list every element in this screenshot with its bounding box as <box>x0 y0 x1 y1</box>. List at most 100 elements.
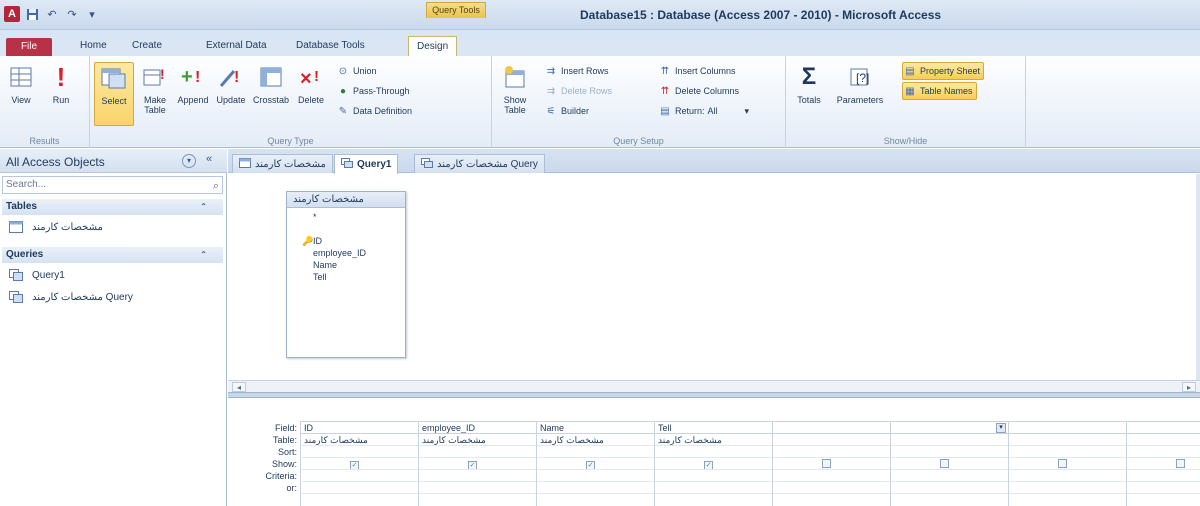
field-cell[interactable]: ▾ <box>891 422 1008 434</box>
field-list-item[interactable]: employee_ID <box>313 248 366 258</box>
vertical-scrollbar[interactable] <box>1196 174 1200 380</box>
scroll-left-arrow-icon[interactable]: ◂ <box>232 382 246 392</box>
union-button[interactable]: ⊙ Union <box>336 62 377 80</box>
builder-button[interactable]: ⚟ Builder <box>544 102 590 120</box>
show-checkbox[interactable] <box>1176 459 1185 468</box>
table-cell[interactable] <box>1127 434 1200 446</box>
doc-tab-query1[interactable]: Query1 <box>334 154 399 174</box>
field-list-item[interactable]: ID <box>313 236 322 246</box>
show-checkbox[interactable] <box>822 459 831 468</box>
show-checkbox[interactable]: ✓ <box>350 461 359 469</box>
nav-group-queries[interactable]: Queries ⌃ <box>2 247 223 263</box>
customize-icon[interactable]: ▾ <box>84 6 100 22</box>
or-cell[interactable] <box>1009 482 1126 494</box>
field-cell[interactable]: ID <box>301 422 418 434</box>
horizontal-scrollbar[interactable]: ◂ ▸ <box>228 380 1200 392</box>
show-checkbox[interactable]: ✓ <box>704 461 713 469</box>
undo-icon[interactable]: ↶ <box>44 6 60 22</box>
tab-home[interactable]: Home <box>72 36 115 56</box>
delete-query-button[interactable]: ×! Delete <box>294 62 328 126</box>
insert-columns-button[interactable]: ⇈ Insert Columns <box>658 62 736 80</box>
field-list-item[interactable]: Tell <box>313 272 327 282</box>
or-cell[interactable] <box>537 482 654 494</box>
show-checkbox[interactable]: ✓ <box>468 461 477 469</box>
or-cell[interactable] <box>773 482 890 494</box>
delete-columns-button[interactable]: ⇈ Delete Columns <box>658 82 739 100</box>
criteria-cell[interactable] <box>301 470 418 482</box>
or-cell[interactable] <box>301 482 418 494</box>
show-cell[interactable]: ✓ <box>301 458 418 470</box>
or-cell[interactable] <box>419 482 536 494</box>
access-app-icon[interactable]: A <box>4 6 20 22</box>
property-sheet-button[interactable]: ▤ Property Sheet <box>902 62 985 80</box>
tab-external-data[interactable]: External Data <box>198 36 275 56</box>
field-cell[interactable] <box>1009 422 1126 434</box>
save-icon[interactable] <box>24 6 40 22</box>
sort-cell[interactable] <box>655 446 772 458</box>
show-cell[interactable] <box>773 458 890 470</box>
show-table-button[interactable]: Show Table <box>498 62 532 126</box>
crosstab-button[interactable]: Crosstab <box>253 62 289 126</box>
tab-file[interactable]: File <box>6 38 52 56</box>
sort-cell[interactable] <box>1127 446 1200 458</box>
append-button[interactable]: +! Append <box>176 62 210 126</box>
field-list-title[interactable]: مشخصات كارمند <box>287 192 405 208</box>
parameters-button[interactable]: [?] Parameters <box>836 62 884 126</box>
select-query-button[interactable]: Select <box>94 62 134 126</box>
field-list-table[interactable]: مشخصات كارمند * 🔑 ID employee_ID Name Te… <box>286 191 406 358</box>
sort-cell[interactable] <box>419 446 536 458</box>
search-icon[interactable]: ⌕ <box>213 178 219 194</box>
field-list-item[interactable]: * <box>313 212 317 222</box>
redo-icon[interactable]: ↷ <box>64 6 80 22</box>
criteria-cell[interactable] <box>891 470 1008 482</box>
show-checkbox[interactable]: ✓ <box>586 461 595 469</box>
show-cell[interactable] <box>1009 458 1126 470</box>
show-cell[interactable]: ✓ <box>419 458 536 470</box>
sort-cell[interactable] <box>891 446 1008 458</box>
make-table-button[interactable]: ! Make Table <box>138 62 172 126</box>
field-dropdown-arrow-icon[interactable]: ▾ <box>996 423 1006 433</box>
nav-title[interactable]: All Access Objects <box>6 155 105 169</box>
show-checkbox[interactable] <box>1058 459 1067 468</box>
nav-item-table[interactable]: مشخصات كارمند <box>8 217 103 237</box>
shutter-bar-collapse-icon[interactable]: « <box>206 153 212 165</box>
data-definition-button[interactable]: ✎ Data Definition <box>336 102 412 120</box>
show-cell[interactable] <box>891 458 1008 470</box>
nav-item-query2[interactable]: مشخصات كارمند Query <box>8 287 133 307</box>
show-cell[interactable]: ✓ <box>537 458 654 470</box>
criteria-cell[interactable] <box>655 470 772 482</box>
table-cell[interactable] <box>891 434 1008 446</box>
tab-database-tools[interactable]: Database Tools <box>288 36 373 56</box>
insert-rows-button[interactable]: ⇉ Insert Rows <box>544 62 609 80</box>
nav-menu-chevron-icon[interactable]: ▾ <box>182 154 196 168</box>
run-button[interactable]: ! Run <box>44 62 78 126</box>
show-cell[interactable]: ✓ <box>655 458 772 470</box>
update-button[interactable]: ! Update <box>214 62 248 126</box>
table-cell[interactable] <box>773 434 890 446</box>
criteria-cell[interactable] <box>1127 470 1200 482</box>
view-button[interactable]: View <box>4 62 38 126</box>
doc-tab-table[interactable]: مشخصات كارمند <box>232 154 333 173</box>
field-cell[interactable]: employee_ID <box>419 422 536 434</box>
tab-create[interactable]: Create <box>124 36 170 56</box>
show-cell[interactable] <box>1127 458 1200 470</box>
show-checkbox[interactable] <box>940 459 949 468</box>
table-cell[interactable]: مشخصات كارمند <box>419 434 536 446</box>
doc-tab-query2[interactable]: مشخصات كارمند Query <box>414 154 545 173</box>
criteria-cell[interactable] <box>419 470 536 482</box>
table-cell[interactable]: مشخصات كارمند <box>537 434 654 446</box>
return-dropdown[interactable]: ▤ Return: All ▾ <box>658 102 749 120</box>
nav-group-tables[interactable]: Tables ⌃ <box>2 199 223 215</box>
pass-through-button[interactable]: ● Pass-Through <box>336 82 410 100</box>
sort-cell[interactable] <box>773 446 890 458</box>
or-cell[interactable] <box>655 482 772 494</box>
table-cell[interactable]: مشخصات كارمند <box>655 434 772 446</box>
field-cell[interactable] <box>1127 422 1200 434</box>
criteria-cell[interactable] <box>773 470 890 482</box>
table-cell[interactable]: مشخصات كارمند <box>301 434 418 446</box>
criteria-cell[interactable] <box>537 470 654 482</box>
nav-item-query1[interactable]: Query1 <box>8 265 65 285</box>
table-names-button[interactable]: ▦ Table Names <box>902 82 977 100</box>
tab-design[interactable]: Design <box>408 36 458 57</box>
totals-button[interactable]: Σ Totals <box>792 62 826 126</box>
